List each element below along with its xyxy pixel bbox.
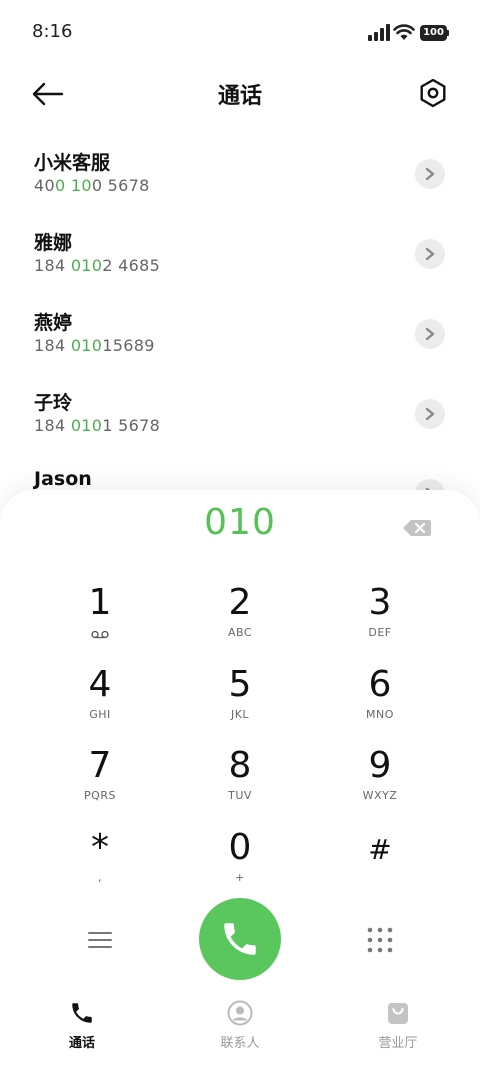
number-segment: 0 5678: [91, 176, 150, 195]
key-letters: MNO: [366, 708, 394, 721]
key-letters: WXYZ: [362, 789, 398, 802]
number-segment: 184: [34, 256, 71, 275]
key-digit: #: [368, 833, 392, 866]
contact-person-icon: [227, 1000, 253, 1026]
key-digit: 3: [368, 582, 392, 623]
voicemail-icon: [91, 630, 109, 639]
battery-level: 100: [420, 25, 447, 41]
contact-name: 燕婷: [34, 312, 73, 334]
nav-label: 联系人: [220, 1036, 260, 1051]
number-match-segment: 010: [70, 256, 103, 275]
settings-icon[interactable]: [416, 76, 450, 110]
number-match-segment: 010: [70, 416, 103, 435]
key-letters: PQRS: [84, 789, 116, 802]
signal-icon: [368, 24, 390, 41]
number-segment: 184: [34, 336, 71, 355]
menu-icon[interactable]: [86, 928, 114, 952]
key-7[interactable]: 7 PQRS: [40, 745, 160, 817]
key-digit: *: [91, 827, 109, 868]
key-8[interactable]: 8 TUV: [180, 745, 300, 817]
nav-contacts[interactable]: 联系人: [190, 996, 290, 1056]
key-digit: 5: [228, 664, 252, 705]
contact-detail-button[interactable]: [415, 159, 445, 189]
list-item[interactable]: 雅娜 184 0102 4685: [0, 220, 480, 300]
key-5[interactable]: 5 JKL: [180, 664, 300, 736]
contact-detail-button[interactable]: [415, 239, 445, 269]
key-hash[interactable]: #: [320, 827, 440, 899]
number-segment: 2 4685: [102, 256, 161, 275]
key-0[interactable]: 0 +: [180, 827, 300, 899]
key-4[interactable]: 4 GHI: [40, 664, 160, 736]
phone-icon: [224, 923, 256, 955]
number-match-segment: 10: [70, 176, 92, 195]
key-digit: 8: [228, 745, 252, 786]
nav-store[interactable]: 营业厅: [348, 996, 448, 1056]
chevron-right-icon: [425, 327, 435, 341]
key-digit: 9: [368, 745, 392, 786]
page-title: 通话: [217, 84, 262, 109]
call-button[interactable]: [199, 898, 281, 980]
key-letters: ABC: [227, 626, 253, 639]
key-digit: 4: [88, 664, 112, 705]
status-time: 8:16: [32, 21, 73, 42]
list-item[interactable]: 子玲 184 0101 5678: [0, 380, 480, 460]
contact-name: 小米客服: [34, 152, 111, 174]
keypad-toggle-icon[interactable]: [366, 926, 394, 954]
nav-calls[interactable]: 通话: [32, 996, 132, 1056]
nav-label: 营业厅: [378, 1036, 418, 1051]
key-letters: DEF: [368, 626, 392, 639]
key-star[interactable]: * ,: [40, 827, 160, 899]
header: 通话: [0, 68, 480, 120]
key-letters: JKL: [230, 708, 250, 721]
contact-number: 184 01015689: [34, 336, 155, 355]
key-letters: TUV: [228, 789, 252, 802]
chevron-right-icon: [425, 407, 435, 421]
key-letters: +: [235, 871, 245, 884]
number-match-segment: 010: [70, 336, 103, 355]
list-item[interactable]: 燕婷 184 01015689: [0, 300, 480, 380]
contact-detail-button[interactable]: [415, 399, 445, 429]
dial-panel: 010 1 2 ABC 3 DEF 4 GHI 5 JKL 6 MNO 7 PQ…: [0, 490, 480, 1067]
key-6[interactable]: 6 MNO: [320, 664, 440, 736]
battery-icon: 100: [420, 25, 450, 41]
chevron-right-icon: [425, 167, 435, 181]
number-segment: 40: [34, 176, 55, 195]
number-segment: 1 5678: [102, 416, 161, 435]
number-segment: 15689: [102, 336, 155, 355]
shopping-bag-icon: [388, 1003, 408, 1024]
bottom-nav: 通话 联系人 营业厅: [0, 996, 480, 1067]
wifi-icon: [393, 24, 415, 40]
list-item[interactable]: 小米客服 400 100 5678: [0, 140, 480, 220]
phone-icon: [72, 1003, 92, 1023]
chevron-right-icon: [425, 247, 435, 261]
key-digit: 2: [228, 582, 252, 623]
number-segment: 184: [34, 416, 71, 435]
key-digit: 1: [88, 582, 112, 623]
number-match-segment: 0: [54, 176, 66, 195]
contact-name: 雅娜: [34, 232, 73, 254]
contact-number: 400 100 5678: [34, 176, 150, 195]
contact-name: 子玲: [34, 392, 73, 414]
key-letters: ,: [98, 871, 102, 884]
nav-label: 通话: [68, 1036, 95, 1051]
key-2[interactable]: 2 ABC: [180, 582, 300, 654]
key-9[interactable]: 9 WXYZ: [320, 745, 440, 817]
key-1[interactable]: 1: [40, 582, 160, 654]
key-digit: 0: [228, 827, 252, 868]
contact-detail-button[interactable]: [415, 319, 445, 349]
contact-name: Jason: [34, 468, 92, 490]
contact-number: 184 0101 5678: [34, 416, 160, 435]
key-digit: 6: [368, 664, 392, 705]
contact-number: 184 0102 4685: [34, 256, 160, 275]
key-3[interactable]: 3 DEF: [320, 582, 440, 654]
key-letters: GHI: [89, 708, 111, 721]
backspace-icon[interactable]: [402, 518, 432, 538]
status-bar: 8:16 100: [0, 0, 480, 64]
contact-list: 小米客服 400 100 5678 雅娜 184 0102 4685 燕婷 18…: [0, 140, 480, 510]
key-digit: 7: [88, 745, 112, 786]
